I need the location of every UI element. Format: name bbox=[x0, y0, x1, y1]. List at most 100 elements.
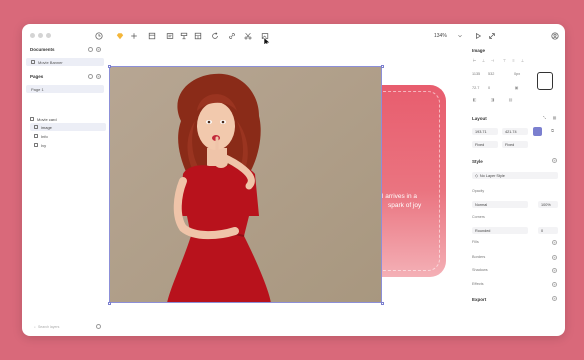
fixed-height-select[interactable]: Fixed bbox=[502, 141, 528, 148]
layer-movie-card[interactable]: Movie card bbox=[30, 115, 57, 123]
align-top-icon[interactable]: ⊤ bbox=[502, 58, 507, 63]
layer-ivy[interactable]: Ivy bbox=[34, 141, 46, 149]
close-window-button[interactable] bbox=[30, 33, 35, 38]
component-icon[interactable] bbox=[165, 31, 174, 40]
width-field[interactable]: 193.71 bbox=[472, 128, 498, 135]
image-field-3[interactable]: 0px bbox=[514, 72, 520, 76]
symbol-icon[interactable] bbox=[179, 31, 188, 40]
height-field[interactable]: 421.74 bbox=[502, 128, 528, 135]
align-center-icon[interactable]: ⊥ bbox=[481, 58, 486, 63]
add-shadow-button[interactable]: + bbox=[552, 268, 557, 273]
zoom-level[interactable]: 134% bbox=[434, 33, 447, 39]
layer-info[interactable]: Info bbox=[34, 132, 48, 140]
search-layers[interactable]: ⌕ Search layers bbox=[30, 323, 102, 330]
resize-handle-bottom-right[interactable] bbox=[380, 301, 384, 305]
page-item[interactable]: Page 1 bbox=[26, 85, 104, 93]
clock-icon[interactable] bbox=[94, 31, 103, 40]
align-right-icon[interactable]: ⊣ bbox=[490, 58, 495, 63]
plus-icon[interactable] bbox=[129, 31, 138, 40]
frame-icon[interactable] bbox=[147, 31, 156, 40]
frame-icon bbox=[30, 117, 34, 121]
opacity-field[interactable]: 100% bbox=[538, 201, 558, 208]
layer-style-select[interactable]: ◇ No Layer Style bbox=[472, 172, 558, 179]
filter-icon[interactable] bbox=[96, 324, 101, 329]
card-text: l arrives in a spark of joy bbox=[382, 192, 421, 210]
document-icon bbox=[31, 60, 35, 64]
search-placeholder: Search layers bbox=[37, 324, 60, 329]
play-icon[interactable] bbox=[473, 31, 482, 40]
add-document-button[interactable]: + bbox=[96, 47, 101, 52]
refresh-icon[interactable] bbox=[210, 31, 219, 40]
replace-image-icon[interactable]: ▣ bbox=[514, 85, 519, 90]
corners-mode-label: Rounded bbox=[475, 228, 491, 233]
fills-label: Fills bbox=[472, 240, 479, 244]
link-icon[interactable] bbox=[227, 31, 236, 40]
add-effect-button[interactable]: + bbox=[552, 282, 557, 287]
image-field-1[interactable]: 1135 bbox=[472, 72, 480, 76]
layer-image[interactable]: image bbox=[30, 123, 106, 131]
expand-icon[interactable] bbox=[487, 31, 496, 40]
document-item-label: Movie Banner bbox=[38, 59, 63, 65]
add-border-button[interactable]: + bbox=[552, 255, 557, 260]
lock-ratio-button[interactable] bbox=[533, 127, 542, 136]
search-icon: ⌕ bbox=[34, 324, 36, 329]
borders-label: Borders bbox=[472, 255, 486, 259]
no-style-label: No Layer Style bbox=[479, 173, 505, 178]
constraints-icon[interactable]: ⧉ bbox=[550, 128, 555, 133]
resize-handle-top-left[interactable] bbox=[107, 64, 111, 68]
opacity-value: 100% bbox=[541, 202, 551, 207]
add-page-button[interactable]: + bbox=[96, 74, 101, 79]
mask-icon[interactable]: ▤ bbox=[508, 97, 513, 102]
pages-heading: Pages bbox=[30, 74, 44, 79]
left-sidebar: Documents + Movie Banner Pages + Page 1 … bbox=[22, 44, 106, 336]
maximize-window-button[interactable] bbox=[46, 33, 51, 38]
add-fill-button[interactable]: + bbox=[552, 240, 557, 245]
image-field-5[interactable]: 0 bbox=[488, 86, 490, 90]
layer-label: Movie card bbox=[37, 116, 57, 122]
layer-label: Info bbox=[41, 133, 48, 139]
document-item[interactable]: Movie Banner bbox=[26, 58, 104, 66]
layout-more-icon[interactable]: ▦ bbox=[552, 115, 557, 120]
resize-icon[interactable]: ⤡ bbox=[542, 115, 547, 120]
diamond-icon[interactable] bbox=[115, 31, 124, 40]
shadows-label: Shadows bbox=[472, 268, 488, 272]
fixed-height-label: Fixed bbox=[505, 142, 515, 147]
resize-handle-bottom-left[interactable] bbox=[107, 301, 111, 305]
fixed-width-label: Fixed bbox=[475, 142, 485, 147]
image-heading: Image bbox=[472, 48, 486, 53]
effects-label: Effects bbox=[472, 282, 484, 286]
folder-icon bbox=[34, 143, 38, 147]
documents-heading: Documents bbox=[30, 47, 55, 52]
layer-label: Ivy bbox=[41, 142, 47, 148]
style-icon: ◇ bbox=[475, 174, 478, 178]
folder-icon[interactable] bbox=[88, 47, 93, 52]
folder-icon bbox=[34, 134, 38, 138]
blend-mode-select[interactable]: Normal bbox=[472, 201, 528, 208]
corners-select[interactable]: Rounded bbox=[472, 227, 528, 234]
align-middle-icon[interactable]: ≡ bbox=[511, 58, 516, 63]
image-field-4[interactable]: 72.7 bbox=[472, 86, 479, 90]
chevron-down-icon[interactable] bbox=[455, 31, 464, 40]
card-text-line2: spark of joy bbox=[388, 202, 422, 209]
export-heading: Export bbox=[472, 297, 487, 302]
style-heading: Style bbox=[472, 159, 483, 164]
flip-vertical-icon[interactable]: ◨ bbox=[490, 97, 495, 102]
align-bottom-icon[interactable]: ⊥ bbox=[520, 58, 525, 63]
corners-label: Corners bbox=[472, 215, 485, 219]
minimize-window-button[interactable] bbox=[38, 33, 43, 38]
add-export-button[interactable]: + bbox=[552, 296, 557, 301]
user-icon[interactable] bbox=[550, 31, 559, 40]
align-left-icon[interactable]: ⊢ bbox=[472, 58, 477, 63]
scissors-icon[interactable] bbox=[243, 31, 252, 40]
page-options-icon[interactable] bbox=[88, 74, 93, 79]
layer-label: image bbox=[41, 124, 52, 130]
layout-icon[interactable] bbox=[193, 31, 202, 40]
selection-box bbox=[109, 66, 382, 303]
corner-radius-value: 0 bbox=[541, 228, 544, 233]
corner-radius-field[interactable]: 0 bbox=[538, 227, 558, 234]
fixed-width-select[interactable]: Fixed bbox=[472, 141, 498, 148]
resize-handle-top-right[interactable] bbox=[380, 64, 384, 68]
add-style-button[interactable]: + bbox=[552, 158, 557, 163]
flip-horizontal-icon[interactable]: ◧ bbox=[472, 97, 477, 102]
image-field-2[interactable]: 532 bbox=[488, 72, 494, 76]
